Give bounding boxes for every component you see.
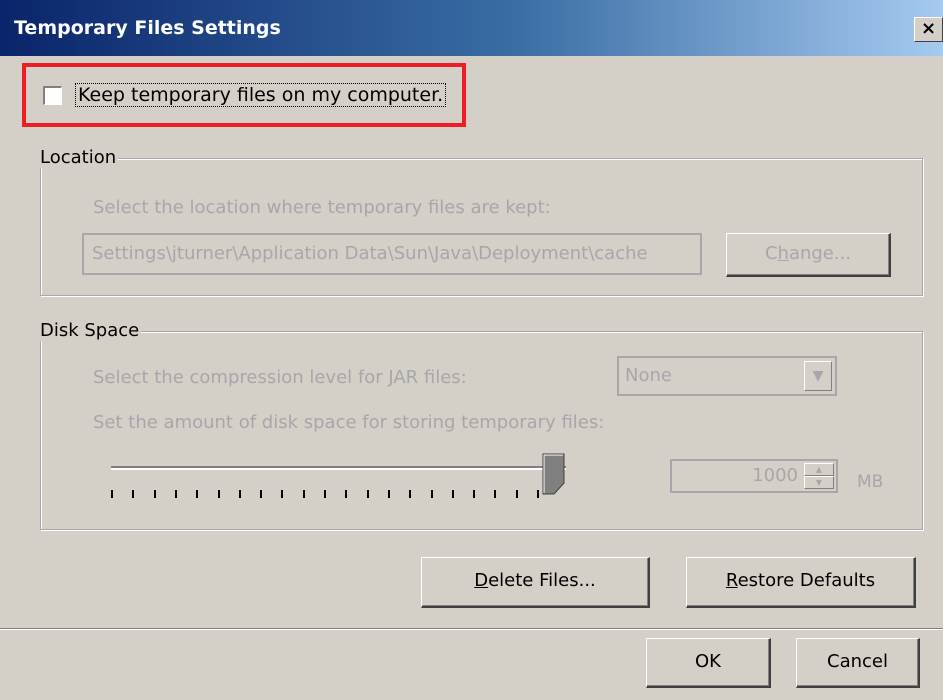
slider-tick — [494, 490, 496, 498]
slider-ticks — [111, 490, 541, 500]
delete-button-rest: elete Files... — [488, 570, 596, 591]
disk-space-slider-track[interactable] — [111, 466, 566, 470]
location-legend: Location — [38, 147, 119, 168]
slider-tick — [175, 490, 177, 498]
slider-tick — [388, 490, 390, 498]
slider-tick — [260, 490, 262, 498]
slider-tick — [111, 490, 113, 498]
ok-button[interactable]: OK — [646, 638, 771, 688]
keep-files-checkbox[interactable] — [43, 86, 62, 105]
keep-files-label-text: Keep temporary files on my computer. — [74, 83, 447, 107]
change-button-mnemonic: h — [777, 243, 789, 264]
slider-tick — [281, 490, 283, 498]
location-description: Select the location where temporary file… — [93, 197, 551, 218]
cancel-button[interactable]: Cancel — [796, 638, 920, 688]
window-title: Temporary Files Settings — [14, 17, 281, 39]
restore-button-rest: estore Defaults — [737, 570, 876, 591]
compression-select[interactable]: None ▼ — [617, 356, 837, 396]
disk-space-size-spinner[interactable]: 1000 ▲ ▼ — [670, 459, 838, 493]
location-path-text: Settings\jturner\Application Data\Sun\Ja… — [92, 243, 648, 264]
slider-tick — [345, 490, 347, 498]
disk-space-description: Set the amount of disk space for storing… — [93, 412, 605, 433]
slider-tick — [452, 490, 454, 498]
disk-space-size-value: 1000 — [752, 465, 798, 486]
location-path-field[interactable]: Settings\jturner\Application Data\Sun\Ja… — [82, 233, 702, 275]
slider-tick — [516, 490, 518, 498]
slider-tick — [367, 490, 369, 498]
change-button-post: ange... — [788, 243, 852, 264]
slider-tick — [324, 490, 326, 498]
delete-button-mnemonic: D — [474, 570, 489, 591]
size-unit-label: MB — [857, 472, 884, 492]
compression-description: Select the compression level for JAR fil… — [93, 367, 467, 388]
title-bar: Temporary Files Settings × — [0, 0, 943, 56]
change-button[interactable]: Change... — [726, 233, 891, 277]
slider-tick — [132, 490, 134, 498]
slider-tick — [409, 490, 411, 498]
slider-tick — [473, 490, 475, 498]
slider-tick — [537, 490, 539, 498]
restore-defaults-button[interactable]: Restore Defaults — [686, 557, 916, 608]
spin-up-icon[interactable]: ▲ — [804, 463, 834, 476]
slider-tick — [196, 490, 198, 498]
disk-space-slider-thumb[interactable] — [542, 453, 568, 495]
slider-tick — [154, 490, 156, 498]
chevron-down-icon[interactable]: ▼ — [804, 361, 832, 391]
slider-tick — [218, 490, 220, 498]
footer-separator-highlight — [0, 629, 943, 630]
spinner-buttons: ▲ ▼ — [804, 463, 834, 489]
keep-files-label[interactable]: Keep temporary files on my computer. — [74, 83, 447, 107]
disk-space-legend: Disk Space — [38, 320, 142, 341]
slider-tick — [303, 490, 305, 498]
close-icon[interactable]: × — [914, 17, 943, 42]
slider-tick — [431, 490, 433, 498]
delete-files-button[interactable]: Delete Files... — [421, 557, 650, 608]
spin-down-icon[interactable]: ▼ — [804, 476, 834, 489]
change-button-pre: C — [764, 243, 778, 264]
compression-value: None — [625, 365, 672, 386]
slider-tick — [239, 490, 241, 498]
restore-button-mnemonic: R — [725, 570, 738, 591]
